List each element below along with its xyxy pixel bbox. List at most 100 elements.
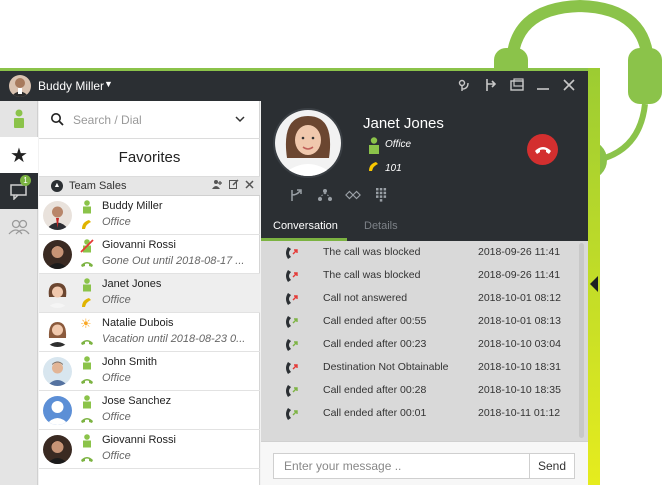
avatar [43, 435, 72, 464]
history-row[interactable]: The call was blocked 2018-09-26 11:41 [261, 264, 588, 287]
contact-name: Buddy Miller [102, 200, 163, 212]
available-status-icon [83, 434, 91, 448]
contact-name: Janet Jones [102, 278, 162, 290]
history-scrollbar[interactable] [579, 243, 584, 438]
avatar [43, 279, 72, 308]
call-history: The call was blocked 2018-09-26 11:41 Th… [261, 241, 588, 441]
softphone-window: Buddy Miller ▼ ★ 1 Search / Dial Favorit… [0, 68, 588, 485]
edit-icon[interactable] [229, 179, 239, 192]
phone-idle-icon [81, 418, 93, 423]
contact-status-text: Gone Out until 2018-08-17 ... [102, 255, 245, 267]
contact-row[interactable]: Giovanni Rossi Gone Out until 2018-08-17… [39, 235, 260, 274]
contact-name: Giovanni Rossi [102, 434, 176, 446]
completed-call-icon [286, 316, 298, 328]
tab-conversation[interactable]: Conversation [273, 220, 338, 232]
history-time: 2018-10-11 01:12 [478, 407, 561, 419]
history-row[interactable]: Call ended after 00:01 2018-10-11 01:12 [261, 402, 588, 425]
history-time: 2018-10-01 08:13 [478, 315, 561, 327]
user-avatar[interactable] [9, 75, 31, 97]
add-member-icon[interactable] [212, 179, 223, 192]
contact-status-text: Office [102, 294, 131, 306]
chat-tab[interactable]: 1 [0, 173, 38, 209]
history-row[interactable]: The call was blocked 2018-09-26 11:41 [261, 241, 588, 264]
message-composer: Send [261, 441, 588, 485]
caller-location: Office [385, 139, 412, 150]
missed-call-icon [286, 362, 298, 374]
caller-name: Janet Jones [363, 115, 444, 132]
minimize-icon[interactable] [536, 77, 550, 93]
handset-link-icon[interactable] [345, 188, 361, 202]
side-rail: ★ 1 [0, 101, 38, 485]
history-row[interactable]: Call ended after 00:23 2018-10-10 03:04 [261, 333, 588, 356]
history-row[interactable]: Call not answered 2018-10-01 08:12 [261, 287, 588, 310]
contacts-panel: Favorites ▲ Team Sales [39, 101, 260, 485]
completed-call-icon [286, 339, 298, 351]
group-header[interactable]: ▲ Team Sales [39, 177, 260, 196]
send-button[interactable]: Send [529, 453, 575, 479]
tab-details[interactable]: Details [364, 220, 398, 232]
contact-name: Giovanni Rossi [102, 239, 176, 251]
phone-idle-icon [81, 340, 93, 345]
history-time: 2018-10-10 18:31 [478, 361, 561, 373]
search-bar [39, 101, 260, 139]
history-row[interactable]: Destination Not Obtainable 2018-10-10 18… [261, 356, 588, 379]
hangup-icon [534, 146, 551, 154]
available-status-icon [83, 278, 91, 292]
collapse-group-icon[interactable]: ▲ [51, 180, 63, 192]
history-time: 2018-10-10 03:04 [478, 338, 561, 350]
conference-icon[interactable] [317, 188, 333, 202]
call-forward-icon[interactable] [484, 77, 498, 93]
call-tabs: Conversation Details [261, 213, 588, 241]
favorites-tab[interactable]: ★ [0, 137, 38, 173]
search-input[interactable] [73, 110, 223, 130]
presence-icon [14, 109, 24, 128]
missed-call-icon [286, 247, 298, 259]
group-actions [212, 179, 254, 192]
history-time: 2018-09-26 11:41 [478, 246, 561, 258]
available-status-icon [369, 137, 379, 154]
avatar [43, 396, 72, 425]
contact-name: Jose Sanchez [102, 395, 172, 407]
close-group-icon[interactable] [245, 179, 254, 192]
message-input[interactable] [273, 453, 529, 479]
search-icon [51, 113, 64, 126]
close-icon[interactable] [562, 77, 576, 93]
chevron-down-icon[interactable] [234, 113, 246, 125]
history-text: The call was blocked [323, 269, 421, 281]
contact-row[interactable]: ☀ Natalie Dubois Vacation until 2018-08-… [39, 313, 260, 352]
contact-row[interactable]: Giovanni Rossi Office [39, 430, 260, 469]
completed-call-icon [286, 385, 298, 397]
available-status-icon [83, 200, 91, 214]
team-icon [8, 219, 30, 235]
team-tab[interactable] [0, 209, 38, 245]
completed-call-icon [286, 408, 298, 420]
active-call-panel: Janet Jones Office 101 Conversation Deta… [261, 101, 588, 241]
presence-tab[interactable] [0, 101, 38, 137]
contact-status-text: Office [102, 372, 131, 384]
transfer-icon[interactable] [289, 188, 305, 202]
chat-badge: 1 [20, 175, 31, 186]
contact-row[interactable]: Buddy Miller Office [39, 196, 260, 235]
contact-status-text: Office [102, 450, 131, 462]
history-text: Call ended after 00:23 [323, 338, 427, 350]
away-status-icon [80, 239, 94, 253]
contact-row[interactable]: John Smith Office [39, 352, 260, 391]
window-mode-icon[interactable] [510, 77, 524, 93]
contact-name: Natalie Dubois [102, 317, 174, 329]
history-time: 2018-10-10 18:35 [478, 384, 561, 396]
dialpad-icon[interactable] [373, 188, 389, 202]
contact-row[interactable]: Jose Sanchez Office [39, 391, 260, 430]
hangup-button[interactable] [527, 134, 558, 165]
user-name[interactable]: Buddy Miller [38, 79, 104, 93]
history-row[interactable]: Call ended after 00:28 2018-10-10 18:35 [261, 379, 588, 402]
user-menu-caret-icon[interactable]: ▼ [104, 79, 113, 89]
contact-row[interactable]: Janet Jones Office [39, 274, 260, 313]
history-text: Destination Not Obtainable [323, 361, 449, 373]
contact-list: Buddy Miller Office Giovanni Rossi Gone … [39, 196, 260, 469]
available-status-icon [83, 395, 91, 409]
history-text: Call ended after 00:55 [323, 315, 427, 327]
phone-idle-icon [81, 379, 93, 384]
voicemail-icon[interactable] [458, 77, 472, 93]
history-row[interactable]: Call ended after 00:55 2018-10-01 08:13 [261, 310, 588, 333]
contact-status-text: Vacation until 2018-08-23 0... [102, 333, 246, 345]
